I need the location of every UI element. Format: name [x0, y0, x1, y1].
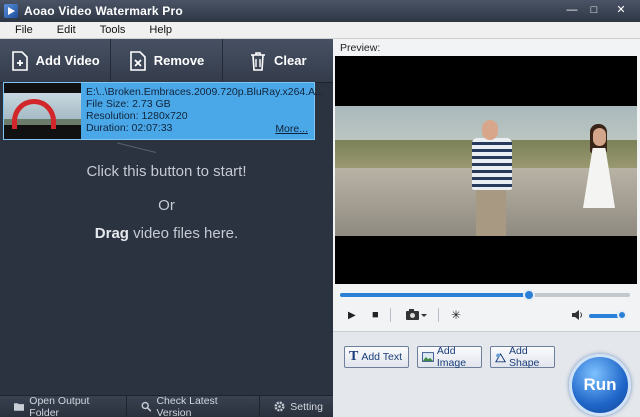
video-thumbnail — [4, 83, 81, 139]
bottom-bar: Open Output Folder Check Latest Version … — [0, 395, 333, 417]
remove-button[interactable]: Remove — [111, 39, 223, 82]
preview-panel: Preview: ▶ ■ ✳ T Add Text Add Image Add … — [333, 39, 640, 417]
menu-bar: File Edit Tools Help — [0, 22, 640, 39]
remove-file-icon — [129, 50, 147, 71]
seek-progress — [340, 293, 529, 297]
preview-label: Preview: — [340, 42, 381, 54]
gear-icon — [274, 401, 285, 412]
remove-label: Remove — [153, 53, 205, 68]
file-resolution: Resolution: 1280x720 — [86, 110, 188, 122]
file-info: E:\..\Broken.Embraces.2009.720p.BluRay.x… — [81, 83, 324, 139]
maximize-icon[interactable]: □ — [584, 3, 604, 19]
minimize-icon[interactable]: — — [562, 3, 582, 19]
menu-edit[interactable]: Edit — [42, 24, 85, 36]
image-icon — [422, 352, 434, 362]
file-path: E:\..\Broken.Embraces.2009.720p.BluRay.x… — [86, 86, 324, 98]
file-list-item[interactable]: E:\..\Broken.Embraces.2009.720p.BluRay.x… — [3, 82, 324, 140]
video-preview — [335, 56, 637, 284]
file-list-panel: Add Video Remove Clear E:\..\Broken.Embr… — [0, 39, 333, 417]
hint-drag-bold: Drag — [94, 225, 129, 242]
add-video-label: Add Video — [35, 53, 100, 68]
setting-button[interactable]: Setting — [260, 396, 333, 417]
folder-icon — [14, 403, 25, 411]
open-folder-label: Open Output Folder — [29, 394, 90, 417]
snapshot-camera-icon[interactable] — [405, 308, 427, 325]
add-file-icon — [11, 50, 29, 71]
volume-slider[interactable] — [589, 310, 627, 320]
clear-button[interactable]: Clear — [223, 39, 333, 82]
divider — [438, 308, 439, 322]
open-output-folder-button[interactable]: Open Output Folder — [0, 394, 128, 417]
add-text-label: Add Text — [361, 351, 403, 363]
volume-handle[interactable] — [617, 310, 627, 320]
clear-label: Clear — [274, 53, 307, 68]
check-version-label: Check Latest Version — [156, 394, 218, 417]
menu-help[interactable]: Help — [134, 24, 181, 36]
check-version-button[interactable]: Check Latest Version — [127, 394, 261, 417]
menu-file[interactable]: File — [0, 24, 42, 36]
file-size: File Size: 2.73 GB — [86, 98, 171, 110]
search-icon — [141, 401, 152, 412]
playback-controls: ▶ ■ ✳ — [333, 305, 640, 327]
video-frame — [335, 106, 637, 236]
play-icon[interactable]: ▶ — [348, 310, 356, 321]
trash-icon — [249, 51, 267, 71]
hint-drag: Drag video files here. — [0, 225, 333, 242]
run-button[interactable]: Run — [569, 354, 631, 416]
volume-icon[interactable] — [571, 309, 583, 324]
setting-label: Setting — [290, 400, 323, 413]
divider — [390, 308, 391, 322]
add-image-label: Add Image — [436, 345, 467, 369]
add-text-button[interactable]: T Add Text — [344, 346, 409, 368]
add-shape-button[interactable]: Add Shape — [490, 345, 555, 369]
seek-bar[interactable] — [340, 289, 630, 301]
watermark-actions: T Add Text Add Image Add Shape Run — [333, 331, 640, 417]
stop-icon[interactable]: ■ — [372, 309, 379, 321]
add-video-button[interactable]: Add Video — [0, 39, 112, 82]
hint-or: Or — [158, 197, 175, 214]
window-title: Aoao Video Watermark Pro — [24, 4, 183, 18]
close-icon[interactable]: ✕ — [606, 3, 636, 19]
text-icon: T — [349, 349, 359, 364]
app-icon — [4, 4, 18, 18]
more-link[interactable]: More... — [275, 123, 308, 135]
menu-tools[interactable]: Tools — [85, 24, 135, 36]
window-controls: — □ ✕ — [562, 3, 636, 19]
add-image-button[interactable]: Add Image — [417, 345, 482, 369]
file-toolbar: Add Video Remove Clear — [0, 39, 333, 83]
effects-sparkle-icon[interactable]: ✳ — [451, 308, 461, 322]
seek-handle[interactable] — [522, 289, 535, 301]
shape-icon — [495, 352, 507, 362]
hint-click: Click this button to start! — [86, 163, 247, 180]
hint-drag-rest: video files here. — [128, 225, 239, 242]
add-shape-label: Add Shape — [509, 345, 540, 369]
title-bar: Aoao Video Watermark Pro — □ ✕ — [0, 0, 640, 22]
